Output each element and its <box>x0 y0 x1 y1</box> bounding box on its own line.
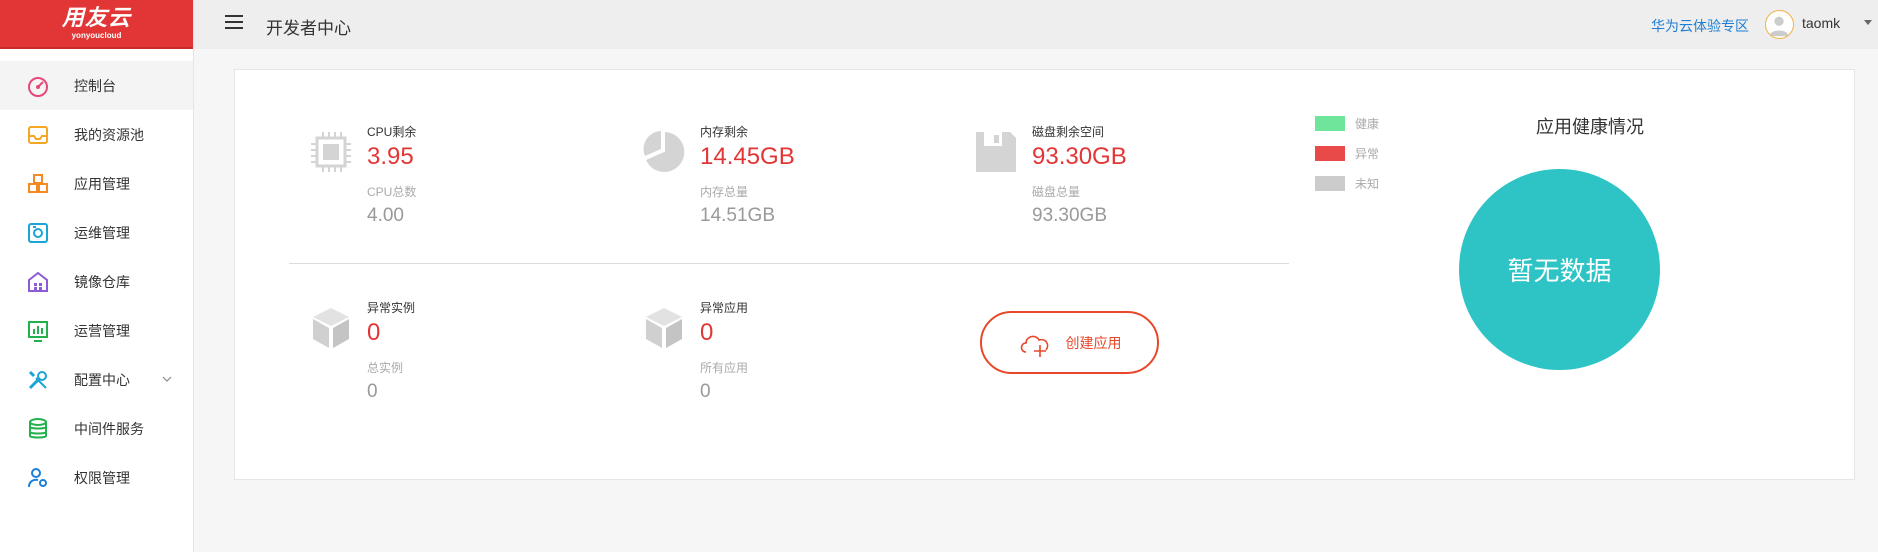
menu-toggle-icon[interactable] <box>225 15 243 30</box>
overview-card: CPU剩余 3.95 CPU总数 4.00 内存剩余 14.45GB 内存总量 … <box>234 69 1855 480</box>
huawei-zone-link[interactable]: 华为云体验专区 <box>1651 16 1749 36</box>
health-title: 应用健康情况 <box>1536 117 1644 137</box>
all-apps-label: 所有应用 <box>700 361 749 375</box>
username[interactable]: taomk <box>1802 15 1840 31</box>
cpu-remaining-value: 3.95 <box>367 143 414 170</box>
sidebar-item-resource-pool[interactable]: 我的资源池 <box>0 110 193 159</box>
sidebar-item-dashboard[interactable]: 控制台 <box>0 61 193 110</box>
disk-remaining-value: 93.30GB <box>1032 143 1127 170</box>
abnormal-apps-stat: 异常应用 0 所有应用 0 <box>640 299 910 419</box>
disk-total-value: 93.30GB <box>1032 205 1107 226</box>
sidebar-nav: 控制台 我的资源池 应用管理 运维管理 镜像仓库 运营管理 配置中心 中间件服务… <box>0 61 193 502</box>
sidebar-item-label: 我的资源池 <box>74 126 144 143</box>
pie-icon <box>643 131 685 172</box>
sidebar-item-label: 中间件服务 <box>74 420 144 437</box>
legend-item-abnormal: 异常 <box>1315 138 1379 168</box>
legend-swatch <box>1315 175 1345 191</box>
disk-remaining-label: 磁盘剩余空间 <box>1032 125 1105 139</box>
create-app-label: 创建应用 <box>1065 334 1122 351</box>
sidebar-item-label: 运维管理 <box>74 224 130 241</box>
sidebar-item-image-registry[interactable]: 镜像仓库 <box>0 257 193 306</box>
no-data-text: 暂无数据 <box>1507 256 1612 286</box>
sidebar-item-label: 配置中心 <box>74 371 130 388</box>
sidebar-item-label: 权限管理 <box>74 469 130 486</box>
abnormal-instances-label: 异常实例 <box>367 301 416 315</box>
caret-down-icon[interactable] <box>1864 20 1872 25</box>
boxes-icon <box>26 172 50 196</box>
logo-text: 用友云 <box>61 5 131 31</box>
sidebar: 用友云 yonyoucloud 控制台 我的资源池 应用管理 运维管理 镜像仓库… <box>0 0 194 552</box>
logo-subtext: yonyoucloud <box>71 30 122 40</box>
legend-item-unknown: 未知 <box>1315 168 1379 198</box>
sidebar-item-label: 应用管理 <box>74 175 130 192</box>
sidebar-item-app-management[interactable]: 应用管理 <box>0 159 193 208</box>
page-title: 开发者中心 <box>266 19 351 38</box>
cpu-total-value: 4.00 <box>367 205 404 226</box>
dashboard-icon <box>26 74 50 98</box>
disk-total-label: 磁盘总量 <box>1032 185 1081 199</box>
cpu-stat: CPU剩余 3.95 CPU总数 4.00 <box>307 123 577 243</box>
memory-remaining-value: 14.45GB <box>700 143 795 170</box>
tools-icon <box>26 368 50 392</box>
legend-swatch <box>1315 145 1345 161</box>
monitor-icon <box>26 221 50 245</box>
brand-logo[interactable]: 用友云 yonyoucloud <box>0 0 193 49</box>
database-icon <box>26 417 50 441</box>
legend-label: 异常 <box>1355 146 1380 161</box>
sidebar-item-label: 运营管理 <box>74 322 130 339</box>
sidebar-item-label: 控制台 <box>74 77 116 94</box>
abnormal-apps-value: 0 <box>700 319 714 346</box>
sidebar-item-ops-management[interactable]: 运维管理 <box>0 208 193 257</box>
floppy-icon <box>976 132 1016 172</box>
sidebar-item-middleware[interactable]: 中间件服务 <box>0 404 193 453</box>
sidebar-item-label: 镜像仓库 <box>74 273 130 290</box>
top-header: 开发者中心 华为云体验专区 taomk <box>194 0 1878 49</box>
divider <box>289 263 1289 264</box>
memory-remaining-label: 内存剩余 <box>700 125 749 139</box>
legend-label: 未知 <box>1355 176 1380 191</box>
memory-stat: 内存剩余 14.45GB 内存总量 14.51GB <box>640 123 910 243</box>
legend-label: 健康 <box>1355 116 1380 131</box>
legend-item-healthy: 健康 <box>1315 108 1379 138</box>
sidebar-item-permissions[interactable]: 权限管理 <box>0 453 193 502</box>
chart-icon <box>26 319 50 343</box>
total-instances-label: 总实例 <box>367 361 404 375</box>
cloud-add-icon <box>1020 335 1048 357</box>
sidebar-item-config-center[interactable]: 配置中心 <box>0 355 193 404</box>
user-gear-icon <box>26 466 50 490</box>
cpu-remaining-label: CPU剩余 <box>367 125 417 139</box>
create-app-button[interactable]: 创建应用 <box>980 311 1159 374</box>
health-chart: 暂无数据 <box>1459 169 1660 370</box>
all-apps-value: 0 <box>700 381 711 402</box>
cube-icon <box>646 308 682 348</box>
cube-icon <box>313 308 349 348</box>
abnormal-instances-value: 0 <box>367 319 381 346</box>
health-legend: 健康 异常 未知 <box>1315 108 1379 198</box>
total-instances-value: 0 <box>367 381 378 402</box>
sidebar-item-operations[interactable]: 运营管理 <box>0 306 193 355</box>
abnormal-instances-stat: 异常实例 0 总实例 0 <box>307 299 577 419</box>
memory-total-label: 内存总量 <box>700 185 749 199</box>
abnormal-apps-label: 异常应用 <box>700 301 749 315</box>
chevron-down-icon[interactable] <box>161 373 173 385</box>
avatar[interactable] <box>1765 10 1794 39</box>
cpu-icon <box>311 132 351 172</box>
legend-swatch <box>1315 115 1345 131</box>
warehouse-icon <box>26 270 50 294</box>
cpu-total-label: CPU总数 <box>367 185 417 199</box>
memory-total-value: 14.51GB <box>700 205 775 226</box>
inbox-icon <box>26 123 50 147</box>
disk-stat: 磁盘剩余空间 93.30GB 磁盘总量 93.30GB <box>972 123 1242 243</box>
